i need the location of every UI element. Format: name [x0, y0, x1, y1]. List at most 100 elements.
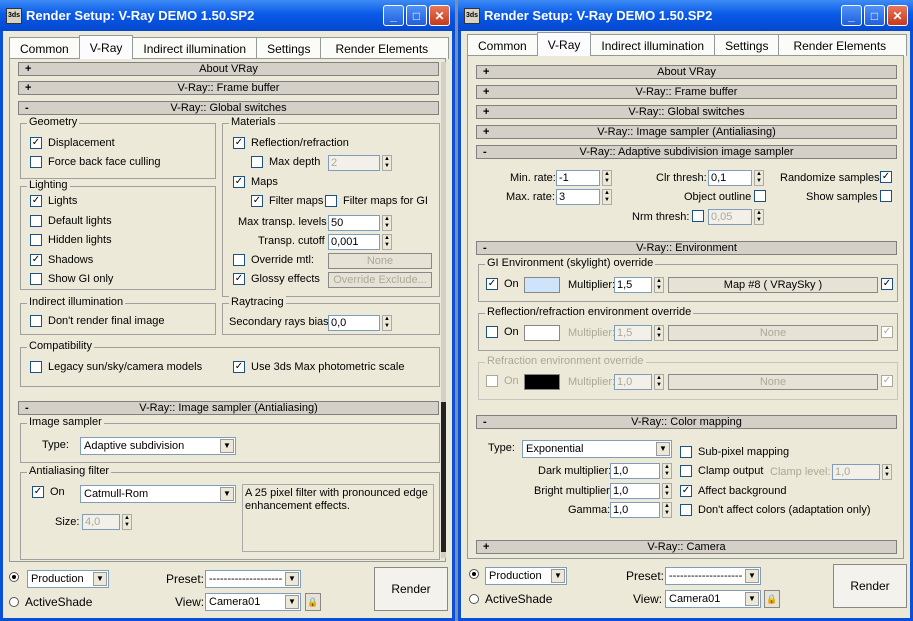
refr-env-on-checkbox[interactable]: On: [486, 375, 519, 387]
filter-maps-for-gi-checkbox[interactable]: Filter maps for GI: [325, 195, 428, 207]
tab-indirect-illumination[interactable]: Indirect illumination: [132, 37, 258, 59]
view-dropdown[interactable]: Camera01 ▼: [205, 593, 301, 611]
rollout-camera[interactable]: + V-Ray:: Camera: [476, 540, 897, 554]
show-samples-checkbox[interactable]: [880, 190, 898, 202]
view-dropdown[interactable]: Camera01 ▼: [665, 590, 761, 608]
lock-view-button[interactable]: 🔒: [764, 590, 780, 608]
override-mtl-checkbox[interactable]: Override mtl:: [233, 254, 314, 266]
lock-view-button[interactable]: 🔒: [305, 593, 321, 611]
max-depth-checkbox[interactable]: Max depth: [251, 156, 320, 168]
activeshade-radio[interactable]: ActiveShade: [9, 595, 92, 609]
activeshade-radio[interactable]: ActiveShade: [469, 592, 552, 606]
preset-dropdown[interactable]: -------------------- ▼: [665, 567, 761, 585]
gi-env-map-checkbox[interactable]: ✓: [881, 278, 899, 290]
rollout-frame-buffer[interactable]: + V-Ray:: Frame buffer: [18, 81, 439, 95]
minimize-button[interactable]: _: [383, 5, 404, 26]
displacement-checkbox[interactable]: ✓ Displacement: [30, 137, 115, 149]
gi-env-map-button[interactable]: Map #8 ( VRaySky ): [668, 277, 878, 293]
aa-on-checkbox[interactable]: ✓ On: [32, 486, 65, 498]
nrm-thresh-spinner[interactable]: 0,05 ▲ ▼: [708, 209, 764, 225]
tab-common[interactable]: Common: [9, 37, 80, 59]
production-radio[interactable]: [9, 572, 25, 582]
rollout-about-vray[interactable]: + About VRay: [476, 65, 897, 79]
rollout-image-sampler[interactable]: + V-Ray:: Image sampler (Antialiasing): [476, 125, 897, 139]
clamp-output-checkbox[interactable]: Clamp output: [680, 465, 763, 477]
sub-pixel-mapping-checkbox[interactable]: Sub-pixel mapping: [680, 446, 789, 458]
secondary-rays-bias-spinner[interactable]: 0,0 ▲ ▼: [328, 315, 392, 331]
hidden-lights-checkbox[interactable]: Hidden lights: [30, 234, 112, 246]
clamp-level-spinner[interactable]: 1,0 ▲ ▼: [832, 464, 892, 480]
close-button[interactable]: ✕: [429, 5, 450, 26]
tab-common[interactable]: Common: [467, 34, 538, 56]
tab-render-elements[interactable]: Render Elements: [778, 34, 908, 56]
refl-env-on-checkbox[interactable]: On: [486, 326, 519, 338]
force-back-face-culling-checkbox[interactable]: Force back face culling: [30, 156, 161, 168]
max-rate-spinner[interactable]: 3 ▲ ▼: [556, 189, 612, 205]
refl-env-multiplier-spinner[interactable]: 1,5 ▲ ▼: [614, 325, 664, 341]
rollout-image-sampler[interactable]: - V-Ray:: Image sampler (Antialiasing): [18, 401, 439, 415]
tab-render-elements[interactable]: Render Elements: [320, 37, 450, 59]
default-lights-checkbox[interactable]: Default lights: [30, 215, 112, 227]
tab-vray[interactable]: V-Ray: [536, 32, 592, 56]
glossy-effects-checkbox[interactable]: ✓ Glossy effects: [233, 273, 320, 285]
transp-cutoff-spinner[interactable]: 0,001 ▲ ▼: [328, 234, 392, 250]
gi-env-on-checkbox[interactable]: ✓ On: [486, 278, 519, 290]
rollout-environment[interactable]: - V-Ray:: Environment: [476, 241, 897, 255]
shadows-checkbox[interactable]: ✓ Shadows: [30, 254, 93, 266]
maps-checkbox[interactable]: ✓ Maps: [233, 176, 278, 188]
render-button[interactable]: Render: [833, 564, 907, 608]
refr-env-map-checkbox[interactable]: ✓: [881, 375, 899, 387]
production-radio[interactable]: [469, 569, 485, 579]
dark-multiplier-spinner[interactable]: 1,0 ▲ ▼: [610, 463, 672, 479]
production-dropdown[interactable]: Production ▼: [27, 570, 109, 588]
bright-multiplier-spinner[interactable]: 1,0 ▲ ▼: [610, 483, 672, 499]
scroll-thumb[interactable]: [441, 402, 446, 552]
close-button[interactable]: ✕: [887, 5, 908, 26]
title-bar[interactable]: 3ds Render Setup: V-Ray DEMO 1.50.SP2 _ …: [0, 0, 455, 31]
dont-affect-colors-checkbox[interactable]: Don't affect colors (adaptation only): [680, 504, 871, 516]
refr-env-map-button[interactable]: None: [668, 374, 878, 390]
gi-env-multiplier-spinner[interactable]: 1,5 ▲ ▼: [614, 277, 664, 293]
photometric-scale-checkbox[interactable]: ✓ Use 3ds Max photometric scale: [233, 361, 404, 373]
affect-background-checkbox[interactable]: ✓ Affect background: [680, 485, 786, 497]
max-depth-spinner[interactable]: 2 ▲ ▼: [328, 155, 392, 171]
refl-env-map-checkbox[interactable]: ✓: [881, 326, 899, 338]
refr-env-multiplier-spinner[interactable]: 1,0 ▲ ▼: [614, 374, 664, 390]
tab-vray[interactable]: V-Ray: [78, 35, 134, 59]
refr-env-color-swatch[interactable]: [524, 374, 560, 390]
vertical-scrollbar[interactable]: [441, 62, 446, 558]
aa-size-spinner[interactable]: 4,0 ▲ ▼: [82, 514, 132, 530]
rollout-adaptive-subdivision[interactable]: - V-Ray:: Adaptive subdivision image samp…: [476, 145, 897, 159]
rollout-color-mapping[interactable]: - V-Ray:: Color mapping: [476, 415, 897, 429]
object-outline-checkbox[interactable]: [754, 190, 772, 202]
rollout-global-switches[interactable]: + V-Ray:: Global switches: [476, 105, 897, 119]
rollout-global-switches[interactable]: - V-Ray:: Global switches: [18, 101, 439, 115]
title-bar[interactable]: 3ds Render Setup: V-Ray DEMO 1.50.SP2 _ …: [458, 0, 913, 31]
preset-dropdown[interactable]: -------------------- ▼: [205, 570, 301, 588]
rollout-frame-buffer[interactable]: + V-Ray:: Frame buffer: [476, 85, 897, 99]
render-button[interactable]: Render: [374, 567, 448, 611]
randomize-samples-checkbox[interactable]: ✓: [880, 171, 898, 183]
tab-settings[interactable]: Settings: [256, 37, 322, 59]
min-rate-spinner[interactable]: -1 ▲ ▼: [556, 170, 612, 186]
sampler-type-dropdown[interactable]: Adaptive subdivision ▼: [80, 437, 236, 455]
aa-filter-dropdown[interactable]: Catmull-Rom ▼: [80, 485, 236, 503]
legacy-sun-sky-camera-checkbox[interactable]: Legacy sun/sky/camera models: [30, 361, 202, 373]
cm-type-dropdown[interactable]: Exponential ▼: [522, 440, 672, 458]
minimize-button[interactable]: _: [841, 5, 862, 26]
max-transp-levels-spinner[interactable]: 50 ▲ ▼: [328, 215, 392, 231]
clr-thresh-spinner[interactable]: 0,1 ▲ ▼: [708, 170, 764, 186]
gi-env-color-swatch[interactable]: [524, 277, 560, 293]
tab-indirect-illumination[interactable]: Indirect illumination: [590, 34, 716, 56]
maximize-button[interactable]: □: [406, 5, 427, 26]
reflection-refraction-checkbox[interactable]: ✓ Reflection/refraction: [233, 137, 349, 149]
production-dropdown[interactable]: Production ▼: [485, 567, 567, 585]
gamma-spinner[interactable]: 1,0 ▲ ▼: [610, 502, 672, 518]
tab-settings[interactable]: Settings: [714, 34, 780, 56]
override-exclude-button[interactable]: Override Exclude...: [328, 272, 432, 288]
lights-checkbox[interactable]: ✓ Lights: [30, 195, 77, 207]
refl-env-map-button[interactable]: None: [668, 325, 878, 341]
dont-render-final-image-checkbox[interactable]: Don't render final image: [30, 315, 164, 327]
show-gi-only-checkbox[interactable]: Show GI only: [30, 273, 113, 285]
filter-maps-checkbox[interactable]: ✓ Filter maps: [251, 195, 323, 207]
